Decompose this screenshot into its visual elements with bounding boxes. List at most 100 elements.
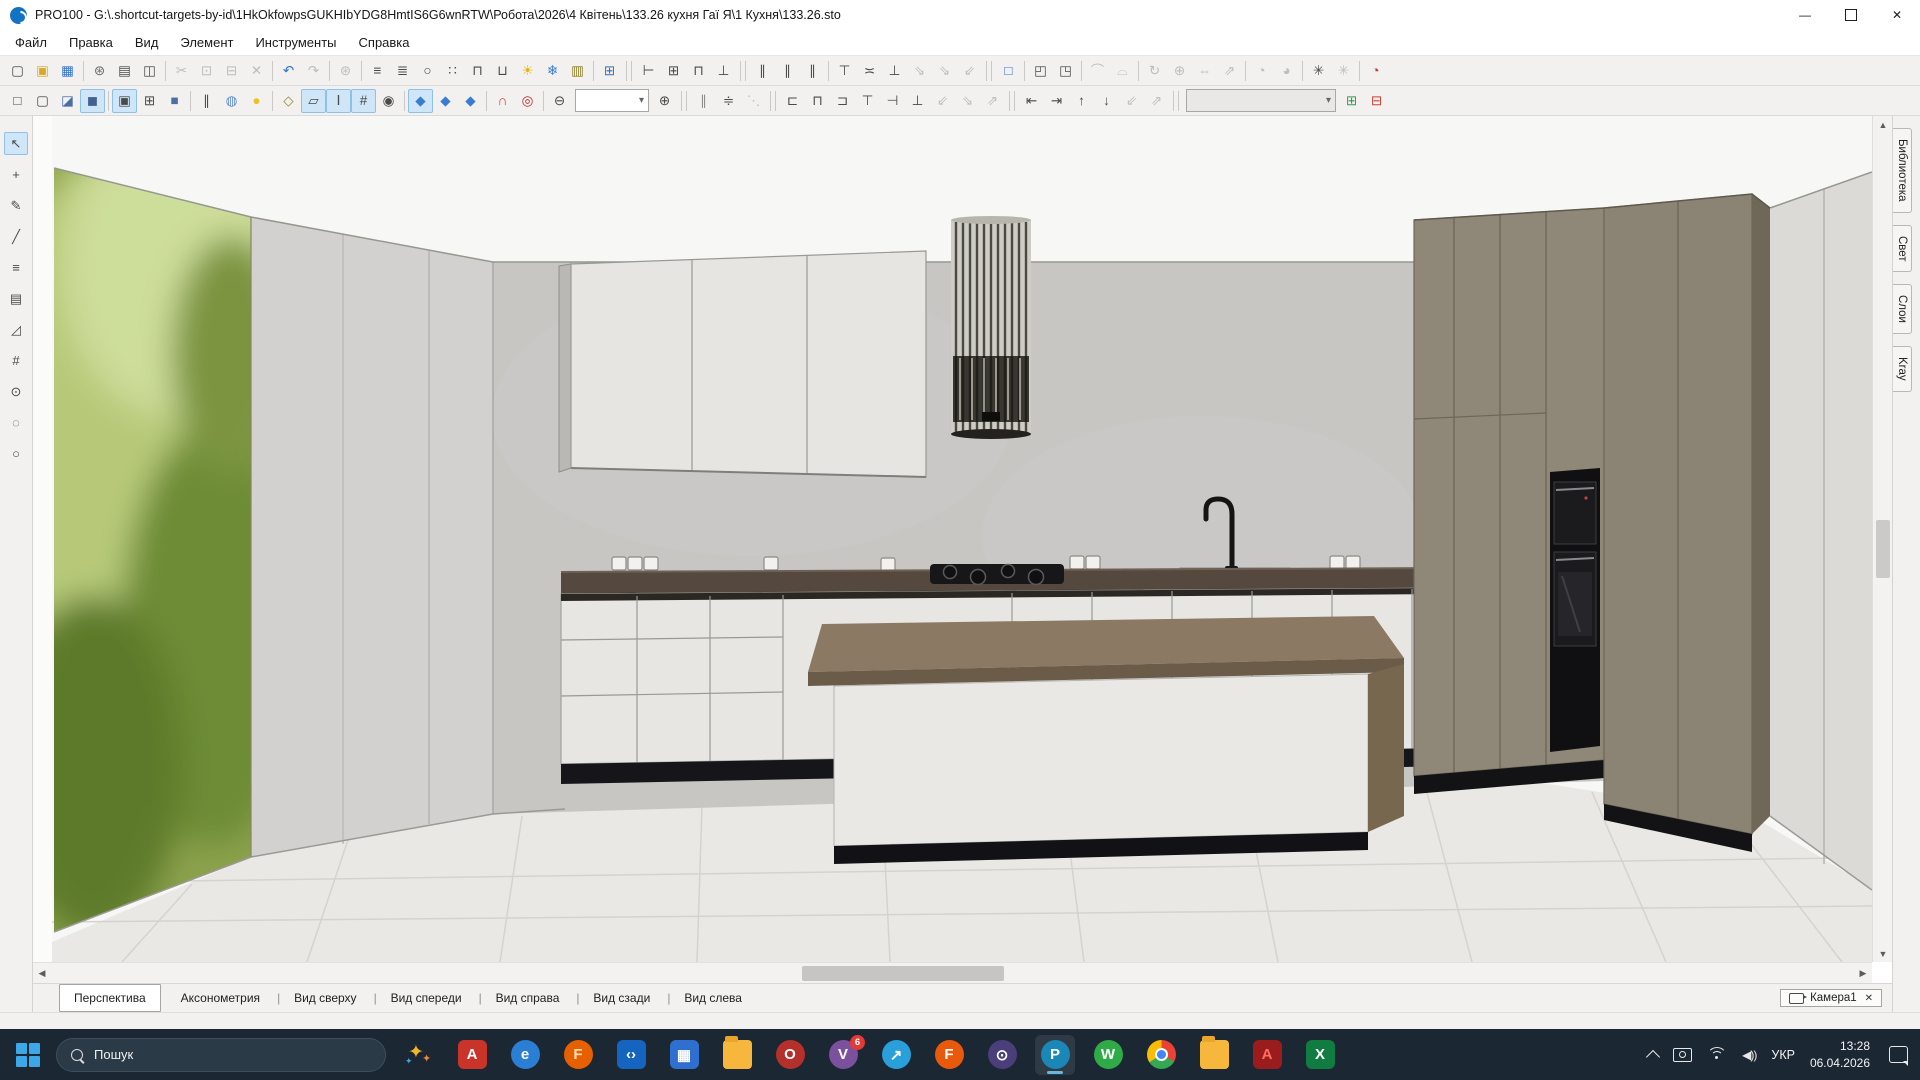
ellipse-tool-button[interactable]: ○ (415, 59, 440, 83)
scroll-right-icon[interactable]: ▶ (1854, 963, 1872, 984)
page-setup-button[interactable]: ⊛ (87, 59, 112, 83)
blinds-button[interactable]: ∥ (194, 89, 219, 113)
view-tab-4[interactable]: Вид справа (482, 984, 574, 1012)
app-chrome[interactable] (1141, 1035, 1181, 1075)
print-button[interactable]: ▤ (112, 59, 137, 83)
dims-horizontal-button[interactable]: ⊓ (465, 59, 490, 83)
delete-button[interactable]: ✕ (244, 59, 269, 83)
view-wireframe-button[interactable]: □ (5, 89, 30, 113)
app-browser-dark[interactable]: ⊙ (982, 1035, 1022, 1075)
magnet-button[interactable]: ∩ (490, 89, 515, 113)
visibility-button[interactable]: ◉ (376, 89, 401, 113)
clipboard-report-button[interactable]: ⊞ (597, 59, 622, 83)
app-whatsapp[interactable]: W (1088, 1035, 1128, 1075)
menu-item-1[interactable]: Правка (58, 31, 124, 54)
close-button[interactable]: ✕ (1874, 0, 1920, 30)
menu-item-4[interactable]: Инструменты (244, 31, 347, 54)
price-report-button[interactable]: ▥ (565, 59, 590, 83)
app-acrobat[interactable]: A (452, 1035, 492, 1075)
open-file-button[interactable]: ▣ (30, 59, 55, 83)
selection-combobox[interactable]: ▾ (1186, 89, 1336, 112)
sun-light-button[interactable]: ☀ (515, 59, 540, 83)
menu-item-3[interactable]: Элемент (169, 31, 244, 54)
panel-tab-3[interactable]: Kray (1893, 346, 1912, 392)
push-down-button[interactable]: ↓ (1094, 89, 1119, 113)
snap-vertex-button[interactable]: ◆ (408, 89, 433, 113)
panel-tab-1[interactable]: Свет (1893, 225, 1912, 273)
tilt-c-button[interactable]: ⇗ (980, 89, 1005, 113)
language-indicator[interactable]: УКР (1771, 1048, 1795, 1062)
settings-button[interactable]: ⊛ (333, 59, 358, 83)
scroll-left-icon[interactable]: ◀ (33, 963, 51, 984)
distribute-v-button[interactable]: ≑ (716, 89, 741, 113)
angle-tool-button[interactable]: ◿ (4, 318, 28, 341)
show-sections-button[interactable]: ⊞ (137, 89, 162, 113)
volume-icon[interactable]: ◀)) (1742, 1048, 1756, 1062)
snap-center-button[interactable]: ◎ (515, 89, 540, 113)
tray-display-icon[interactable] (1673, 1048, 1692, 1062)
tilt-b-button[interactable]: ⇘ (955, 89, 980, 113)
align-center-button[interactable]: ⊓ (805, 89, 830, 113)
push-up-button[interactable]: ↑ (1069, 89, 1094, 113)
level-top-button[interactable]: ⊤ (832, 59, 857, 83)
print-preview-button[interactable]: ◫ (137, 59, 162, 83)
group-button[interactable]: ◰ (1028, 59, 1053, 83)
app-firefox-2[interactable]: F (929, 1035, 969, 1075)
save-file-button[interactable]: ▦ (55, 59, 80, 83)
menu-item-2[interactable]: Вид (124, 31, 170, 54)
app-telegram[interactable]: ↗ (876, 1035, 916, 1075)
dim-height-top-button[interactable]: ⊓ (686, 59, 711, 83)
undo-button[interactable]: ↶ (276, 59, 301, 83)
mirror-button[interactable]: ⇔ (1192, 59, 1217, 83)
report-button[interactable]: ≣ (390, 59, 415, 83)
vertical-scroll-thumb[interactable] (1876, 520, 1890, 578)
taskbar-search[interactable]: Пошук (56, 1038, 386, 1072)
view-tab-3[interactable]: Вид спереди (377, 984, 476, 1012)
select-tool-button[interactable]: ↖ (4, 132, 28, 155)
horizontal-scroll-thumb[interactable] (802, 966, 1004, 981)
properties-button[interactable]: ≡ (365, 59, 390, 83)
horizontal-scrollbar[interactable]: ◀ ▶ (33, 962, 1872, 984)
flash-a-button[interactable]: ✳ (1306, 59, 1331, 83)
distribute-h-button[interactable]: ∥ (691, 89, 716, 113)
list-tool-button[interactable]: ≡ (4, 256, 28, 279)
swap-button[interactable]: ⇗ (1217, 59, 1242, 83)
node-tool-button[interactable]: ⊙ (4, 380, 28, 403)
cold-light-button[interactable]: ❄ (540, 59, 565, 83)
probe-tool-button[interactable]: ◌ (4, 411, 28, 434)
slope-b-button[interactable]: ⇘ (932, 59, 957, 83)
view-realistic-button[interactable]: ◼ (80, 89, 105, 113)
light-bulb-button[interactable]: ● (244, 89, 269, 113)
paste-button[interactable]: ⊟ (219, 59, 244, 83)
new-file-button[interactable]: ▢ (5, 59, 30, 83)
view-tab-1[interactable]: Аксонометрия (167, 984, 274, 1012)
app-excel[interactable]: X (1300, 1035, 1340, 1075)
scroll-up-icon[interactable]: ▲ (1873, 116, 1893, 133)
view-shaded-button[interactable]: ◪ (55, 89, 80, 113)
push-left-button[interactable]: ⇤ (1019, 89, 1044, 113)
view-tab-0[interactable]: Перспектива (59, 984, 161, 1012)
copilot-sparkle-icon[interactable]: ✦✦✦ (404, 1038, 438, 1072)
panel-tab-0[interactable]: Библиотека (1893, 128, 1912, 213)
menu-item-0[interactable]: Файл (4, 31, 58, 54)
show-frame-button[interactable]: □ (996, 59, 1021, 83)
menu-item-5[interactable]: Справка (348, 31, 421, 54)
zoom-out-button[interactable]: ⊖ (547, 89, 572, 113)
maximize-button[interactable] (1828, 0, 1874, 30)
wifi-icon[interactable] (1707, 1047, 1727, 1062)
vertical-scrollbar[interactable]: ▲ ▼ (1872, 116, 1893, 962)
move-tool-button[interactable]: + (4, 163, 28, 186)
zoom-tool-button[interactable]: ○ (4, 442, 28, 465)
dim-height-bottom-button[interactable]: ⊥ (711, 59, 736, 83)
app-firefox[interactable]: F (558, 1035, 598, 1075)
align-left-button[interactable]: ⊏ (780, 89, 805, 113)
app-viber[interactable]: V6 (823, 1035, 863, 1075)
draw-tool-button[interactable]: ✎ (4, 194, 28, 217)
app-adobe[interactable]: A (1247, 1035, 1287, 1075)
snap-edge-button[interactable]: ◆ (433, 89, 458, 113)
rotate-button[interactable]: ↻ (1142, 59, 1167, 83)
arc-b-button[interactable]: ⌓ (1110, 59, 1135, 83)
line-tool-button[interactable]: ╱ (4, 225, 28, 248)
gap-pair-1-button[interactable]: ∥ (750, 59, 775, 83)
3d-viewport[interactable] (33, 116, 1872, 962)
